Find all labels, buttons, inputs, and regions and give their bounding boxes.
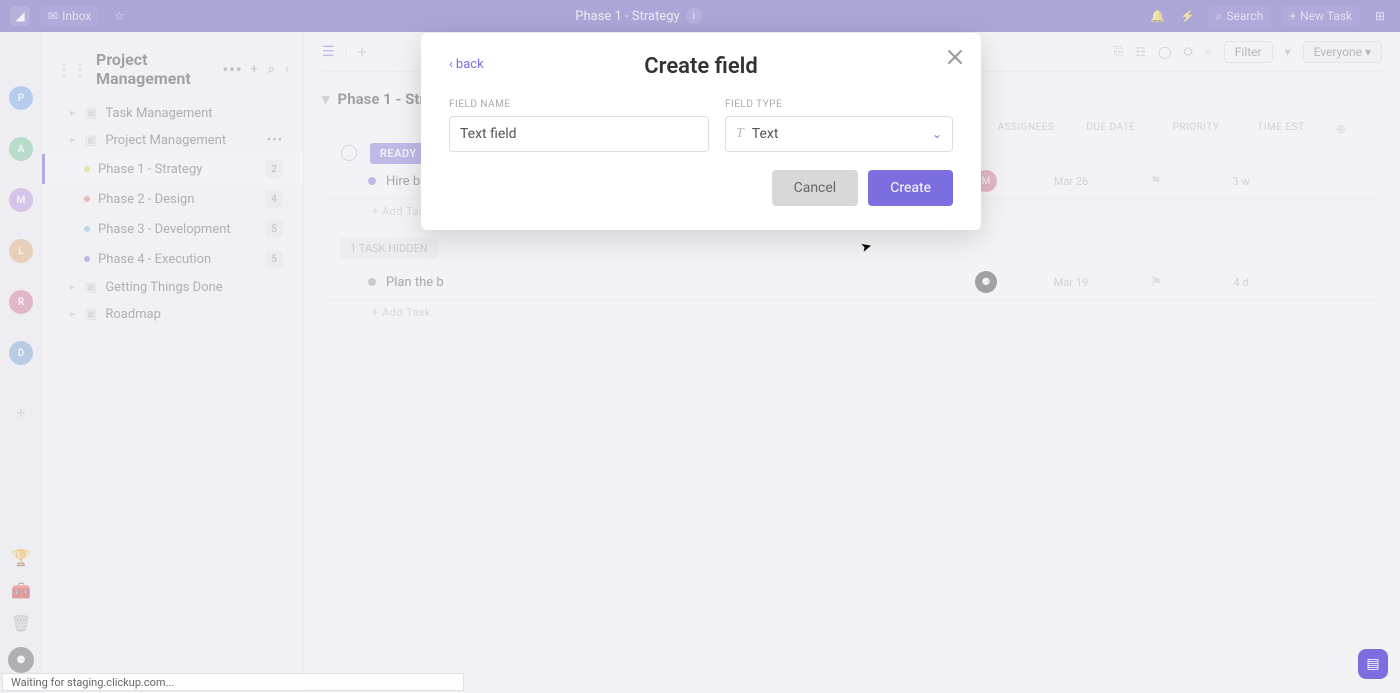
text-type-icon: T — [736, 126, 744, 142]
field-type-label: FIELD TYPE — [725, 99, 953, 110]
chevron-down-icon: ⌄ — [932, 127, 942, 141]
field-type-value: Text — [752, 126, 779, 142]
field-name-label: FIELD NAME — [449, 99, 709, 110]
create-field-modal: ‹ back Create field FIELD NAME FIELD TYP… — [421, 33, 981, 230]
chevron-left-icon: ‹ — [449, 57, 453, 72]
back-button[interactable]: ‹ back — [449, 57, 484, 72]
create-button[interactable]: Create — [868, 170, 953, 206]
close-icon[interactable] — [945, 47, 965, 71]
back-label: back — [456, 57, 484, 72]
browser-status-bar: Waiting for staging.clickup.com... — [2, 673, 464, 691]
cancel-button[interactable]: Cancel — [772, 170, 859, 206]
modal-title: Create field — [449, 54, 953, 79]
help-fab[interactable]: ▤ — [1358, 649, 1388, 679]
field-type-select[interactable]: T Text ⌄ — [725, 116, 953, 152]
field-name-input[interactable] — [449, 116, 709, 152]
